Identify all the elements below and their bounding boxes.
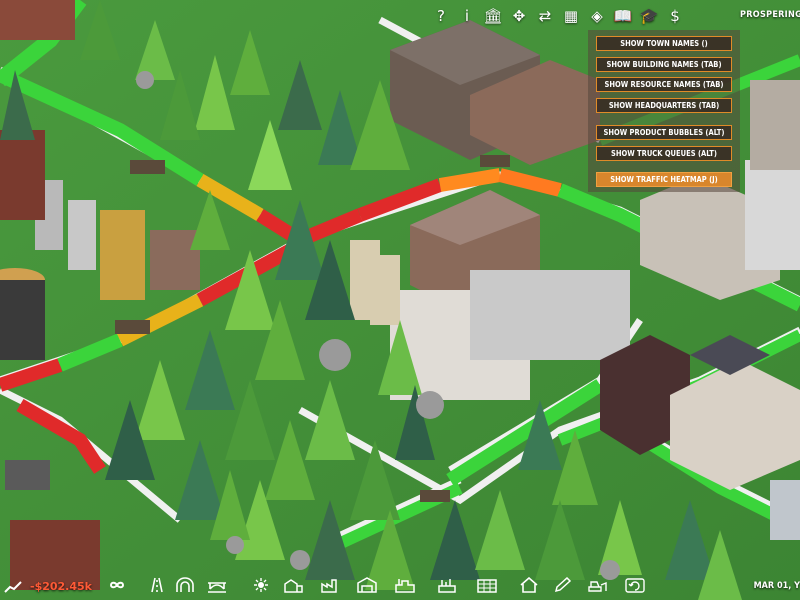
bottom-toolbar: -$202.45k MAR 01, Y <box>0 574 800 600</box>
top-toolbar: ? i 🏛 ✥ ⇄ ▦ ◈ 📖 🎓 $ <box>430 4 686 28</box>
research-icon[interactable]: 🎓 <box>638 5 660 27</box>
prosperity-status: PROSPERING <box>740 10 800 20</box>
bulldozer-icon[interactable] <box>586 576 608 594</box>
warehouse-icon[interactable] <box>356 576 378 594</box>
show-resource-names-button[interactable]: SHOW RESOURCE NAMES (TAB) <box>596 77 732 92</box>
sun-icon[interactable] <box>250 576 272 594</box>
overlay-options-menu: SHOW TOWN NAMES () SHOW BUILDING NAMES (… <box>588 30 740 192</box>
house-icon[interactable] <box>518 576 540 594</box>
plant-icon[interactable] <box>436 576 458 594</box>
show-traffic-heatmap-button[interactable]: SHOW TRAFFIC HEATMAP (J) <box>596 172 732 187</box>
info-icon[interactable]: i <box>456 5 478 27</box>
storage-icon[interactable] <box>476 576 498 594</box>
move-icon[interactable]: ✥ <box>508 5 530 27</box>
money-chart-icon <box>4 580 22 594</box>
book-icon[interactable]: 📖 <box>612 5 634 27</box>
bridge-icon[interactable] <box>206 576 228 594</box>
road-icon[interactable] <box>146 576 168 594</box>
show-headquarters-button[interactable]: SHOW HEADQUARTERS (TAB) <box>596 98 732 113</box>
money-balance: -$202.45k <box>30 580 92 593</box>
show-truck-queues-button[interactable]: SHOW TRUCK QUEUES (ALT) <box>596 146 732 161</box>
factory-icon[interactable] <box>320 576 342 594</box>
industry-icon[interactable] <box>394 576 416 594</box>
pencil-icon[interactable] <box>552 576 574 594</box>
swap-arrows-icon[interactable]: ⇄ <box>534 5 556 27</box>
farm-icon[interactable] <box>282 576 304 594</box>
show-product-bubbles-button[interactable]: SHOW PRODUCT BUBBLES (ALT) <box>596 125 732 140</box>
help-icon[interactable]: ? <box>430 5 452 27</box>
game-date: MAR 01, Y <box>753 581 800 591</box>
show-building-names-button[interactable]: SHOW BUILDING NAMES (TAB) <box>596 57 732 72</box>
finance-icon[interactable]: $ <box>664 5 686 27</box>
bank-icon[interactable]: 🏛 <box>482 5 504 27</box>
tunnel-icon[interactable] <box>174 576 196 594</box>
show-town-names-button[interactable]: SHOW TOWN NAMES () <box>596 36 732 51</box>
undo-icon[interactable] <box>624 576 646 594</box>
infinity-icon[interactable] <box>106 576 128 594</box>
building-grid-icon[interactable]: ▦ <box>560 5 582 27</box>
layers-icon[interactable]: ◈ <box>586 5 608 27</box>
